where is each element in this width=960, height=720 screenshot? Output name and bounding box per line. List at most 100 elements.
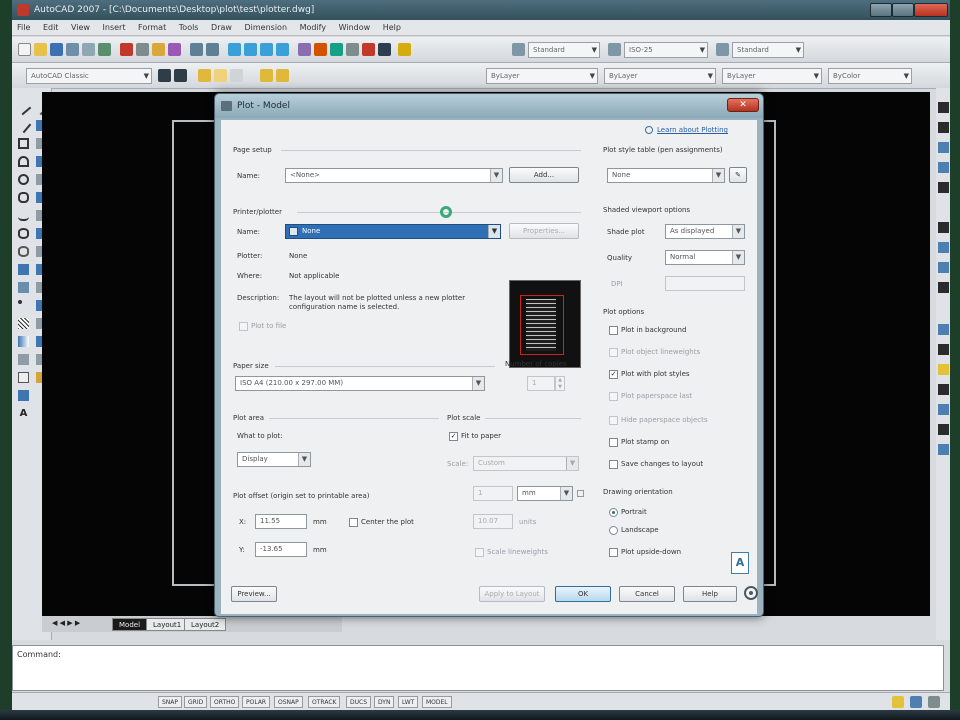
calculator-icon[interactable] bbox=[378, 43, 391, 56]
menu-dimension[interactable]: Dimension bbox=[239, 20, 292, 36]
close-button[interactable] bbox=[914, 3, 948, 17]
menu-help[interactable]: Help bbox=[378, 20, 406, 36]
layer-manager-icon[interactable] bbox=[158, 69, 171, 82]
menu-window[interactable]: Window bbox=[334, 20, 376, 36]
paste-icon[interactable] bbox=[152, 43, 165, 56]
pan-icon[interactable] bbox=[228, 43, 241, 56]
redo-icon[interactable] bbox=[206, 43, 219, 56]
tool-palettes-icon[interactable] bbox=[330, 43, 343, 56]
ok-button[interactable]: OK bbox=[555, 586, 611, 602]
command-window[interactable]: Command: bbox=[12, 645, 944, 691]
snap-insert-icon[interactable] bbox=[938, 364, 949, 375]
menu-insert[interactable]: Insert bbox=[98, 20, 131, 36]
edit-plot-style-button[interactable]: ✎ bbox=[729, 167, 747, 183]
center-plot-checkbox[interactable] bbox=[349, 518, 358, 527]
plot-stamp-checkbox[interactable] bbox=[609, 438, 618, 447]
polar-toggle[interactable]: POLAR bbox=[242, 696, 271, 708]
shade-plot-select[interactable]: As displayed ▼ bbox=[665, 224, 745, 239]
preview-button[interactable]: Preview... bbox=[231, 586, 277, 602]
plot-in-background-checkbox[interactable] bbox=[609, 326, 618, 335]
ducs-toggle[interactable]: DUCS bbox=[346, 696, 372, 708]
menu-modify[interactable]: Modify bbox=[295, 20, 332, 36]
gradient-icon[interactable] bbox=[18, 336, 29, 347]
scale-numerator-input[interactable]: 1 bbox=[473, 486, 513, 501]
snap-toggle[interactable]: SNAP bbox=[158, 696, 183, 708]
plot-preview-icon[interactable] bbox=[82, 43, 95, 56]
landscape-radio[interactable] bbox=[609, 526, 618, 535]
table-icon[interactable] bbox=[18, 372, 29, 383]
plot-paperspace-last-checkbox[interactable] bbox=[609, 392, 618, 401]
paper-size-select[interactable]: ISO A4 (210.00 x 297.00 MM) ▼ bbox=[235, 376, 485, 391]
layer-previous-icon[interactable] bbox=[276, 69, 289, 82]
offset-y-input[interactable]: -13.65 bbox=[255, 542, 307, 557]
upside-down-checkbox[interactable] bbox=[609, 548, 618, 557]
ellipse-arc-icon[interactable] bbox=[18, 246, 29, 257]
snap-extension-icon[interactable] bbox=[938, 222, 949, 233]
cancel-button[interactable]: Cancel bbox=[619, 586, 675, 602]
cut-icon[interactable] bbox=[120, 43, 133, 56]
color-combo[interactable]: ByLayer ▼ bbox=[486, 68, 598, 84]
copies-input[interactable]: 1 bbox=[527, 376, 555, 391]
match-properties-icon[interactable] bbox=[168, 43, 181, 56]
grid-toggle[interactable]: GRID bbox=[184, 696, 208, 708]
apply-to-layout-button[interactable]: Apply to Layout bbox=[479, 586, 545, 602]
copy-icon[interactable] bbox=[136, 43, 149, 56]
ellipse-icon[interactable] bbox=[18, 228, 29, 239]
snap-intersection-icon[interactable] bbox=[938, 182, 949, 193]
clean-screen-icon[interactable] bbox=[928, 696, 940, 708]
tab-model[interactable]: Model bbox=[112, 618, 148, 631]
scale-select[interactable]: Custom ▼ bbox=[473, 456, 579, 471]
dyn-toggle[interactable]: DYN bbox=[374, 696, 395, 708]
ortho-toggle[interactable]: ORTHO bbox=[210, 696, 240, 708]
snap-node-icon[interactable] bbox=[938, 384, 949, 395]
zoom-realtime-icon[interactable] bbox=[244, 43, 257, 56]
snap-endpoint-icon[interactable] bbox=[938, 142, 949, 153]
maximize-button[interactable] bbox=[892, 3, 914, 17]
revision-cloud-icon[interactable] bbox=[18, 192, 29, 203]
linetype-combo[interactable]: ByLayer ▼ bbox=[604, 68, 716, 84]
undo-icon[interactable] bbox=[190, 43, 203, 56]
more-options-icon[interactable] bbox=[744, 586, 758, 600]
help-button[interactable]: Help bbox=[683, 586, 737, 602]
point-icon[interactable] bbox=[18, 300, 22, 304]
plot-with-styles-checkbox[interactable]: ✓ bbox=[609, 370, 618, 379]
minimize-button[interactable] bbox=[870, 3, 892, 17]
explode-icon[interactable] bbox=[18, 390, 29, 401]
save-changes-checkbox[interactable] bbox=[609, 460, 618, 469]
snap-center-icon[interactable] bbox=[938, 242, 949, 253]
publish-icon[interactable] bbox=[98, 43, 111, 56]
layer-states-icon[interactable] bbox=[174, 69, 187, 82]
communication-center-icon[interactable] bbox=[892, 696, 904, 708]
snap-quadrant-icon[interactable] bbox=[938, 262, 949, 273]
quality-select[interactable]: Normal ▼ bbox=[665, 250, 745, 265]
menu-file[interactable]: File bbox=[12, 20, 35, 36]
workspace-combo[interactable]: AutoCAD Classic ▼ bbox=[26, 68, 152, 84]
snap-perpendicular-icon[interactable] bbox=[938, 324, 949, 335]
text-style-combo[interactable]: Standard ▼ bbox=[528, 42, 600, 58]
layer-on-icon[interactable] bbox=[198, 69, 211, 82]
plot-lineweights-checkbox[interactable] bbox=[609, 348, 618, 357]
snap-tangent-icon[interactable] bbox=[938, 282, 949, 293]
make-block-icon[interactable] bbox=[18, 282, 29, 293]
lock-toolbar-icon[interactable] bbox=[910, 696, 922, 708]
open-icon[interactable] bbox=[34, 43, 47, 56]
menu-edit[interactable]: Edit bbox=[38, 20, 64, 36]
tab-layout1[interactable]: Layout1 bbox=[146, 618, 189, 631]
page-setup-name-select[interactable]: <None> ▼ bbox=[285, 168, 503, 183]
fit-to-paper-checkbox[interactable]: ✓ bbox=[449, 432, 458, 441]
sheet-set-icon[interactable] bbox=[346, 43, 359, 56]
snap-none-icon[interactable] bbox=[938, 424, 949, 435]
circle-icon[interactable] bbox=[18, 174, 29, 185]
temporary-track-icon[interactable] bbox=[938, 102, 949, 113]
polygon-icon[interactable] bbox=[18, 138, 29, 149]
what-to-plot-select[interactable]: Display ▼ bbox=[237, 452, 311, 467]
copies-stepper[interactable]: ▲ ▼ bbox=[555, 376, 565, 391]
otrack-toggle[interactable]: OTRACK bbox=[308, 696, 341, 708]
tab-nav-arrows-icon[interactable]: ◀ ◀ ▶ ▶ bbox=[52, 619, 80, 627]
plot-icon[interactable] bbox=[66, 43, 79, 56]
design-center-icon[interactable] bbox=[314, 43, 327, 56]
menu-tools[interactable]: Tools bbox=[174, 20, 204, 36]
learn-about-plotting-link[interactable]: Learn about Plotting bbox=[657, 126, 728, 134]
insert-block-icon[interactable] bbox=[18, 264, 29, 275]
scale-lineweights-checkbox[interactable] bbox=[475, 548, 484, 557]
